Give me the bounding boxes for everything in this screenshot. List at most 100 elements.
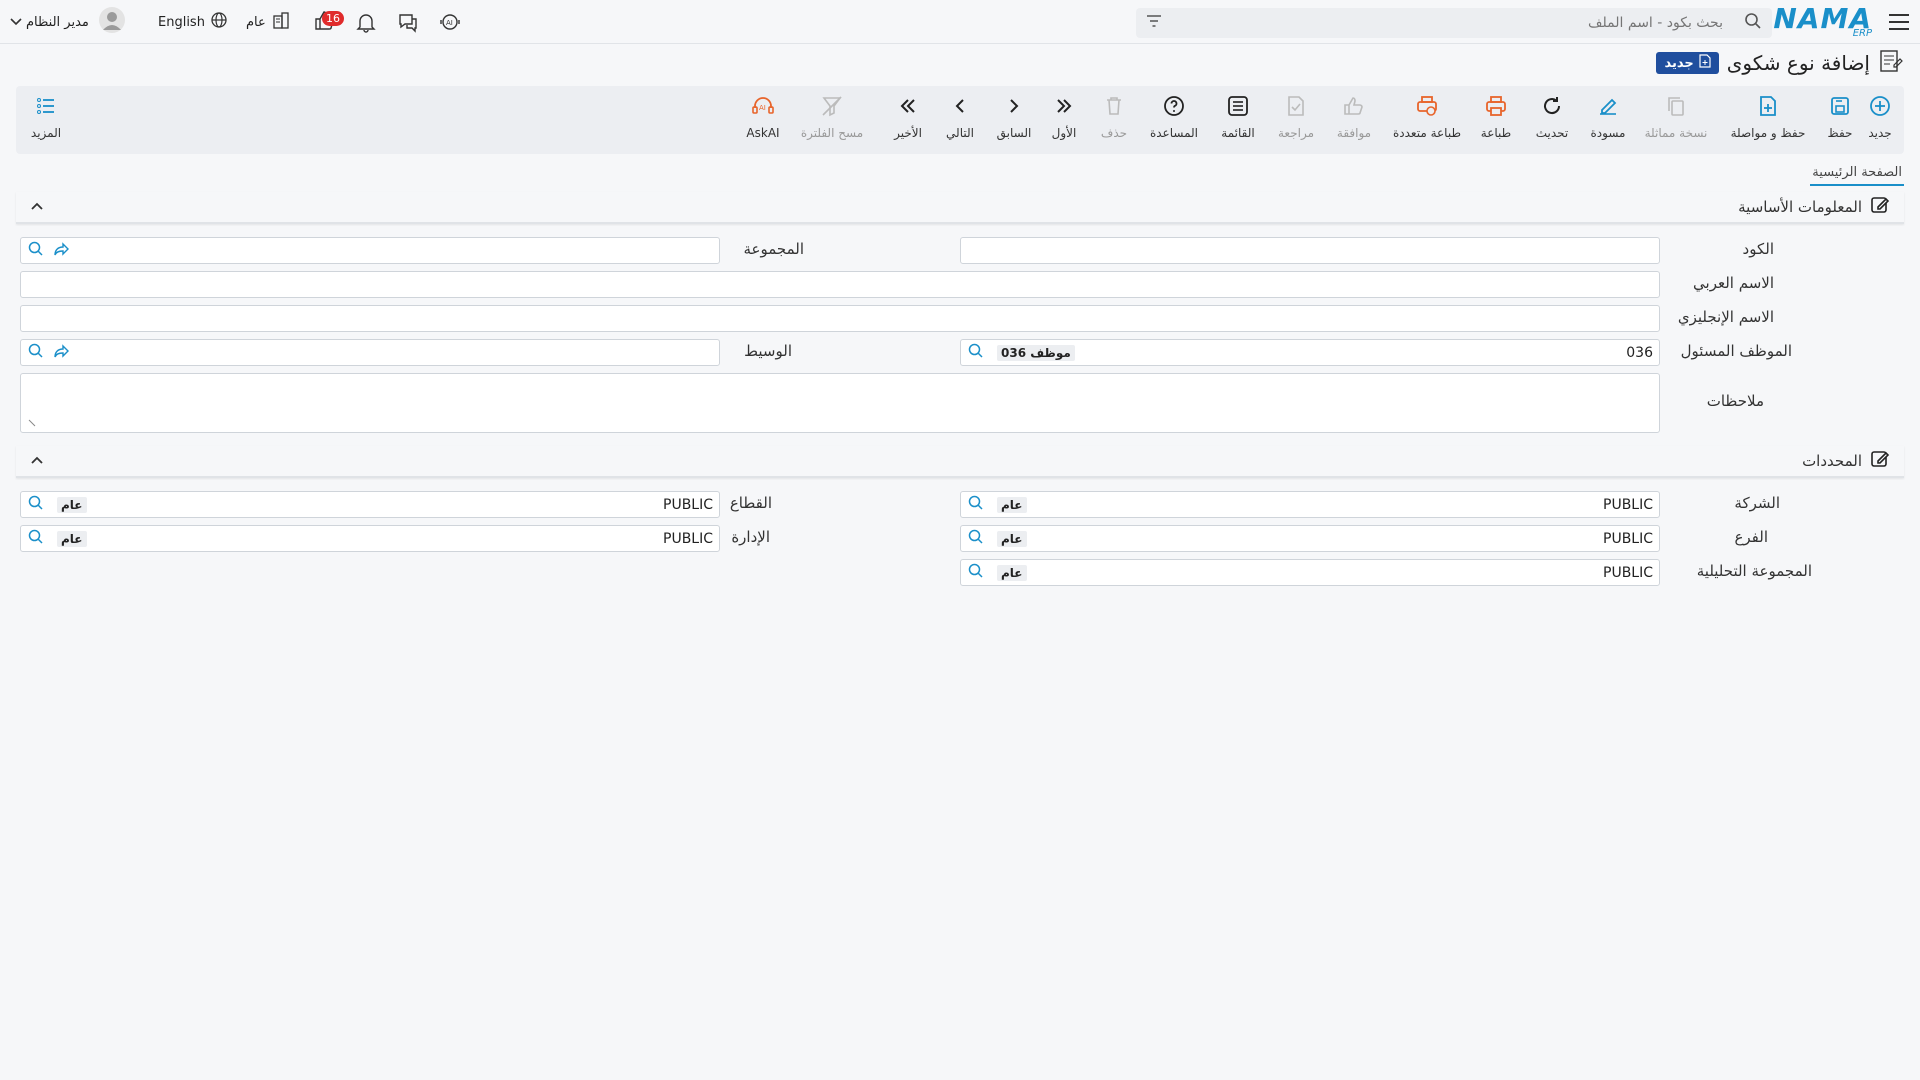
print-button[interactable]: طباعة bbox=[1472, 94, 1520, 148]
first-record-button[interactable]: الأول bbox=[1044, 94, 1084, 148]
notes-textarea[interactable] bbox=[20, 373, 1660, 433]
search-plus-icon[interactable] bbox=[27, 494, 45, 516]
draft-label: مسودة bbox=[1590, 126, 1626, 140]
ai-headset-icon: AI bbox=[751, 94, 775, 121]
action-toolbar: جديد حفظ حفظ و مواصلة نسخة مماثلة مسودة … bbox=[16, 86, 1904, 154]
save-continue-label: حفظ و مواصلة bbox=[1730, 126, 1806, 140]
scope-selector[interactable]: عام bbox=[246, 0, 290, 44]
list-label: القائمة bbox=[1221, 126, 1255, 140]
broker-field[interactable] bbox=[20, 339, 720, 366]
first-label: الأول bbox=[1051, 126, 1077, 140]
notification-count-badge: 16 bbox=[322, 11, 344, 26]
refresh-icon bbox=[1540, 94, 1564, 121]
sector-field[interactable]: عام PUBLIC bbox=[20, 491, 720, 518]
ask-ai-button[interactable]: AI AskAI bbox=[738, 94, 788, 148]
department-name-chip: عام bbox=[57, 530, 87, 547]
ai-assistant-button[interactable]: AI bbox=[436, 0, 464, 44]
approvals-button[interactable]: 16 bbox=[310, 0, 344, 44]
department-label: الإدارة bbox=[731, 528, 770, 546]
search-icon[interactable] bbox=[1744, 12, 1762, 34]
share-arrow-icon[interactable] bbox=[53, 342, 71, 364]
chevron-up-icon[interactable] bbox=[30, 199, 44, 215]
duplicate-label: نسخة مماثلة bbox=[1644, 126, 1708, 140]
file-plus-icon bbox=[1756, 94, 1780, 121]
user-name: مدير النظام bbox=[26, 14, 89, 30]
clear-filter-button[interactable]: مسح الفلترة bbox=[796, 94, 868, 148]
chevron-down-icon bbox=[10, 14, 22, 30]
new-label: جديد bbox=[1868, 126, 1892, 140]
basic-info-title: المعلومات الأساسية bbox=[1738, 198, 1862, 216]
analytic-group-field[interactable]: عام PUBLIC bbox=[960, 559, 1660, 586]
search-input[interactable] bbox=[1183, 15, 1723, 31]
search-box[interactable] bbox=[1136, 8, 1772, 38]
analytic-group-code-value: PUBLIC bbox=[1603, 564, 1653, 581]
search-plus-icon[interactable] bbox=[967, 494, 985, 516]
chevron-right-icon bbox=[1002, 94, 1026, 121]
edit-square-icon bbox=[1870, 449, 1890, 473]
save-and-continue-button[interactable]: حفظ و مواصلة bbox=[1726, 94, 1810, 148]
search-plus-icon[interactable] bbox=[967, 528, 985, 550]
top-bar: NAMA ERP مدير النظام English عام bbox=[0, 0, 1920, 44]
company-field[interactable]: عام PUBLIC bbox=[960, 491, 1660, 518]
search-plus-icon[interactable] bbox=[27, 240, 45, 262]
duplicate-button[interactable]: نسخة مماثلة bbox=[1642, 94, 1710, 148]
basic-info-section-header[interactable]: المعلومات الأساسية bbox=[16, 192, 1904, 224]
copy-icon bbox=[1664, 94, 1688, 121]
more-button[interactable]: المزيد bbox=[16, 94, 76, 148]
save-icon bbox=[1828, 94, 1852, 121]
approve-button[interactable]: موافقة bbox=[1330, 94, 1378, 148]
code-field[interactable] bbox=[960, 237, 1660, 264]
approve-label: موافقة bbox=[1336, 126, 1372, 140]
delete-button[interactable]: حذف bbox=[1094, 94, 1134, 148]
logo[interactable]: NAMA ERP bbox=[1773, 0, 1872, 44]
avatar bbox=[98, 7, 125, 37]
group-field[interactable] bbox=[20, 237, 720, 264]
page-header: إضافة نوع شكوى جديد bbox=[1656, 48, 1904, 78]
menu-icon[interactable] bbox=[1888, 0, 1912, 44]
company-label: الشركة bbox=[1734, 494, 1780, 512]
last-record-button[interactable]: الأخير bbox=[884, 94, 932, 148]
chevron-up-icon[interactable] bbox=[30, 453, 44, 469]
review-button[interactable]: مراجعة bbox=[1272, 94, 1320, 148]
help-label: المساعدة bbox=[1149, 126, 1199, 140]
edit-icon bbox=[1596, 94, 1620, 121]
logo-subtext: ERP bbox=[1852, 27, 1872, 39]
search-plus-icon[interactable] bbox=[27, 342, 45, 364]
new-file-icon bbox=[1699, 54, 1711, 72]
next-record-button[interactable]: التالي bbox=[936, 94, 984, 148]
draft-button[interactable]: مسودة bbox=[1584, 94, 1632, 148]
print-label: طباعة bbox=[1480, 126, 1512, 140]
arabic-name-field[interactable] bbox=[20, 271, 1660, 298]
dimensions-section-header[interactable]: المحددات bbox=[16, 446, 1904, 478]
english-name-field[interactable] bbox=[20, 305, 1660, 332]
responsible-employee-label: الموظف المسئول bbox=[1680, 342, 1792, 360]
previous-record-button[interactable]: السابق bbox=[990, 94, 1038, 148]
branch-name-chip: عام bbox=[997, 530, 1027, 547]
refresh-button[interactable]: تحديث bbox=[1528, 94, 1576, 148]
multi-print-button[interactable]: طباعة متعددة bbox=[1388, 94, 1466, 148]
filter-icon[interactable] bbox=[1146, 14, 1162, 32]
tab-main[interactable]: الصفحة الرئيسية bbox=[1810, 165, 1904, 186]
user-menu[interactable]: مدير النظام bbox=[10, 0, 125, 44]
resize-handle-icon[interactable] bbox=[27, 416, 37, 432]
help-button[interactable]: المساعدة bbox=[1144, 94, 1204, 148]
company-code-value: PUBLIC bbox=[1603, 496, 1653, 513]
department-field[interactable]: عام PUBLIC bbox=[20, 525, 720, 552]
search-plus-icon[interactable] bbox=[967, 342, 985, 364]
notifications-button[interactable] bbox=[352, 0, 380, 44]
english-name-label: الاسم الإنجليزي bbox=[1677, 308, 1774, 326]
previous-label: السابق bbox=[996, 126, 1032, 140]
search-plus-icon[interactable] bbox=[27, 528, 45, 550]
branch-field[interactable]: عام PUBLIC bbox=[960, 525, 1660, 552]
language-switch[interactable]: English bbox=[158, 0, 227, 44]
printer-icon bbox=[1484, 94, 1508, 121]
branch-label: الفرع bbox=[1734, 528, 1768, 546]
search-plus-icon[interactable] bbox=[967, 562, 985, 584]
share-arrow-icon[interactable] bbox=[53, 240, 71, 262]
save-button[interactable]: حفظ bbox=[1816, 94, 1864, 148]
svg-text:AI: AI bbox=[446, 19, 453, 27]
list-button[interactable]: القائمة bbox=[1214, 94, 1262, 148]
responsible-employee-field[interactable]: موظف 036 036 bbox=[960, 339, 1660, 366]
list-icon bbox=[1226, 94, 1250, 121]
messages-button[interactable] bbox=[394, 0, 422, 44]
